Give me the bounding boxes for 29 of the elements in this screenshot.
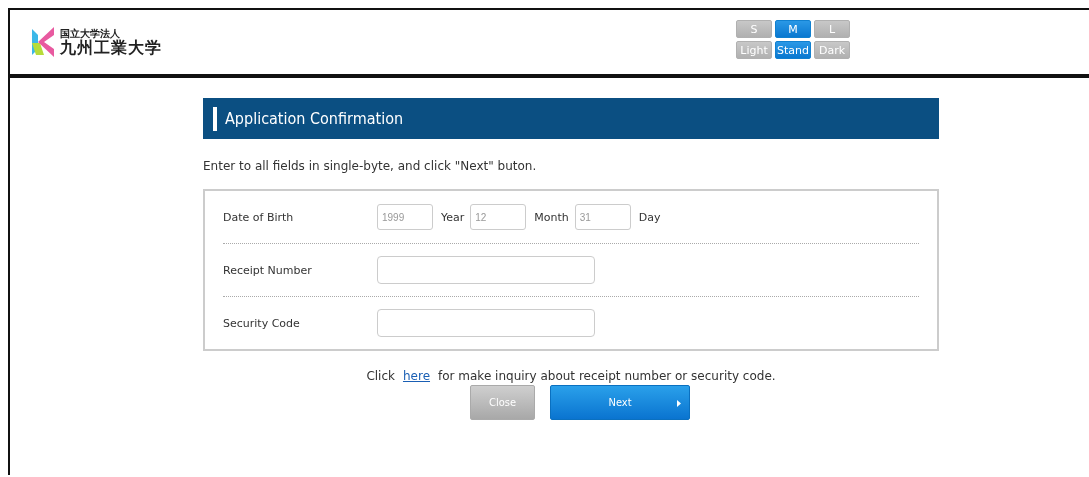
theme-button[interactable]: Dark (814, 41, 850, 59)
date-input-field[interactable]: 1999 (377, 204, 433, 230)
logo-icon (30, 25, 56, 59)
date-input-field[interactable]: 31 (574, 204, 631, 230)
page-title: Application Confirmation (225, 109, 404, 128)
input-field[interactable] (377, 256, 595, 284)
date-input-field[interactable]: 12 (470, 204, 527, 230)
logo-subtitle: 国立大学法人 (60, 27, 121, 39)
font-size-button[interactable]: L (814, 20, 850, 38)
date-unit-label: Month (534, 210, 569, 224)
inquiry-text: Click (366, 369, 395, 383)
inquiry-link[interactable]: here (402, 369, 430, 383)
date-unit-label: Year (441, 210, 465, 224)
inquiry-text: for make inquiry about receipt number or security code. (438, 369, 776, 383)
field-label: Date of Birth (223, 210, 295, 224)
instruction-text: Enter to all fields in single-byte, and click "Next" buton. (203, 159, 538, 173)
font-size-button[interactable]: S (736, 20, 772, 38)
title-accent-icon (213, 106, 217, 131)
input-field[interactable] (377, 309, 595, 337)
close-button[interactable]: Close (470, 385, 535, 420)
theme-button[interactable]: Light (736, 41, 772, 59)
logo-name: 九州工業大学 (60, 38, 162, 57)
date-unit-label: Day (638, 210, 661, 224)
field-label: Receipt Number (223, 263, 313, 277)
next-button[interactable]: Next (550, 385, 690, 420)
font-size-button[interactable]: M (775, 20, 811, 38)
theme-button[interactable]: Stand (775, 41, 811, 59)
field-label: Security Code (223, 316, 301, 330)
caret-icon (677, 400, 681, 407)
